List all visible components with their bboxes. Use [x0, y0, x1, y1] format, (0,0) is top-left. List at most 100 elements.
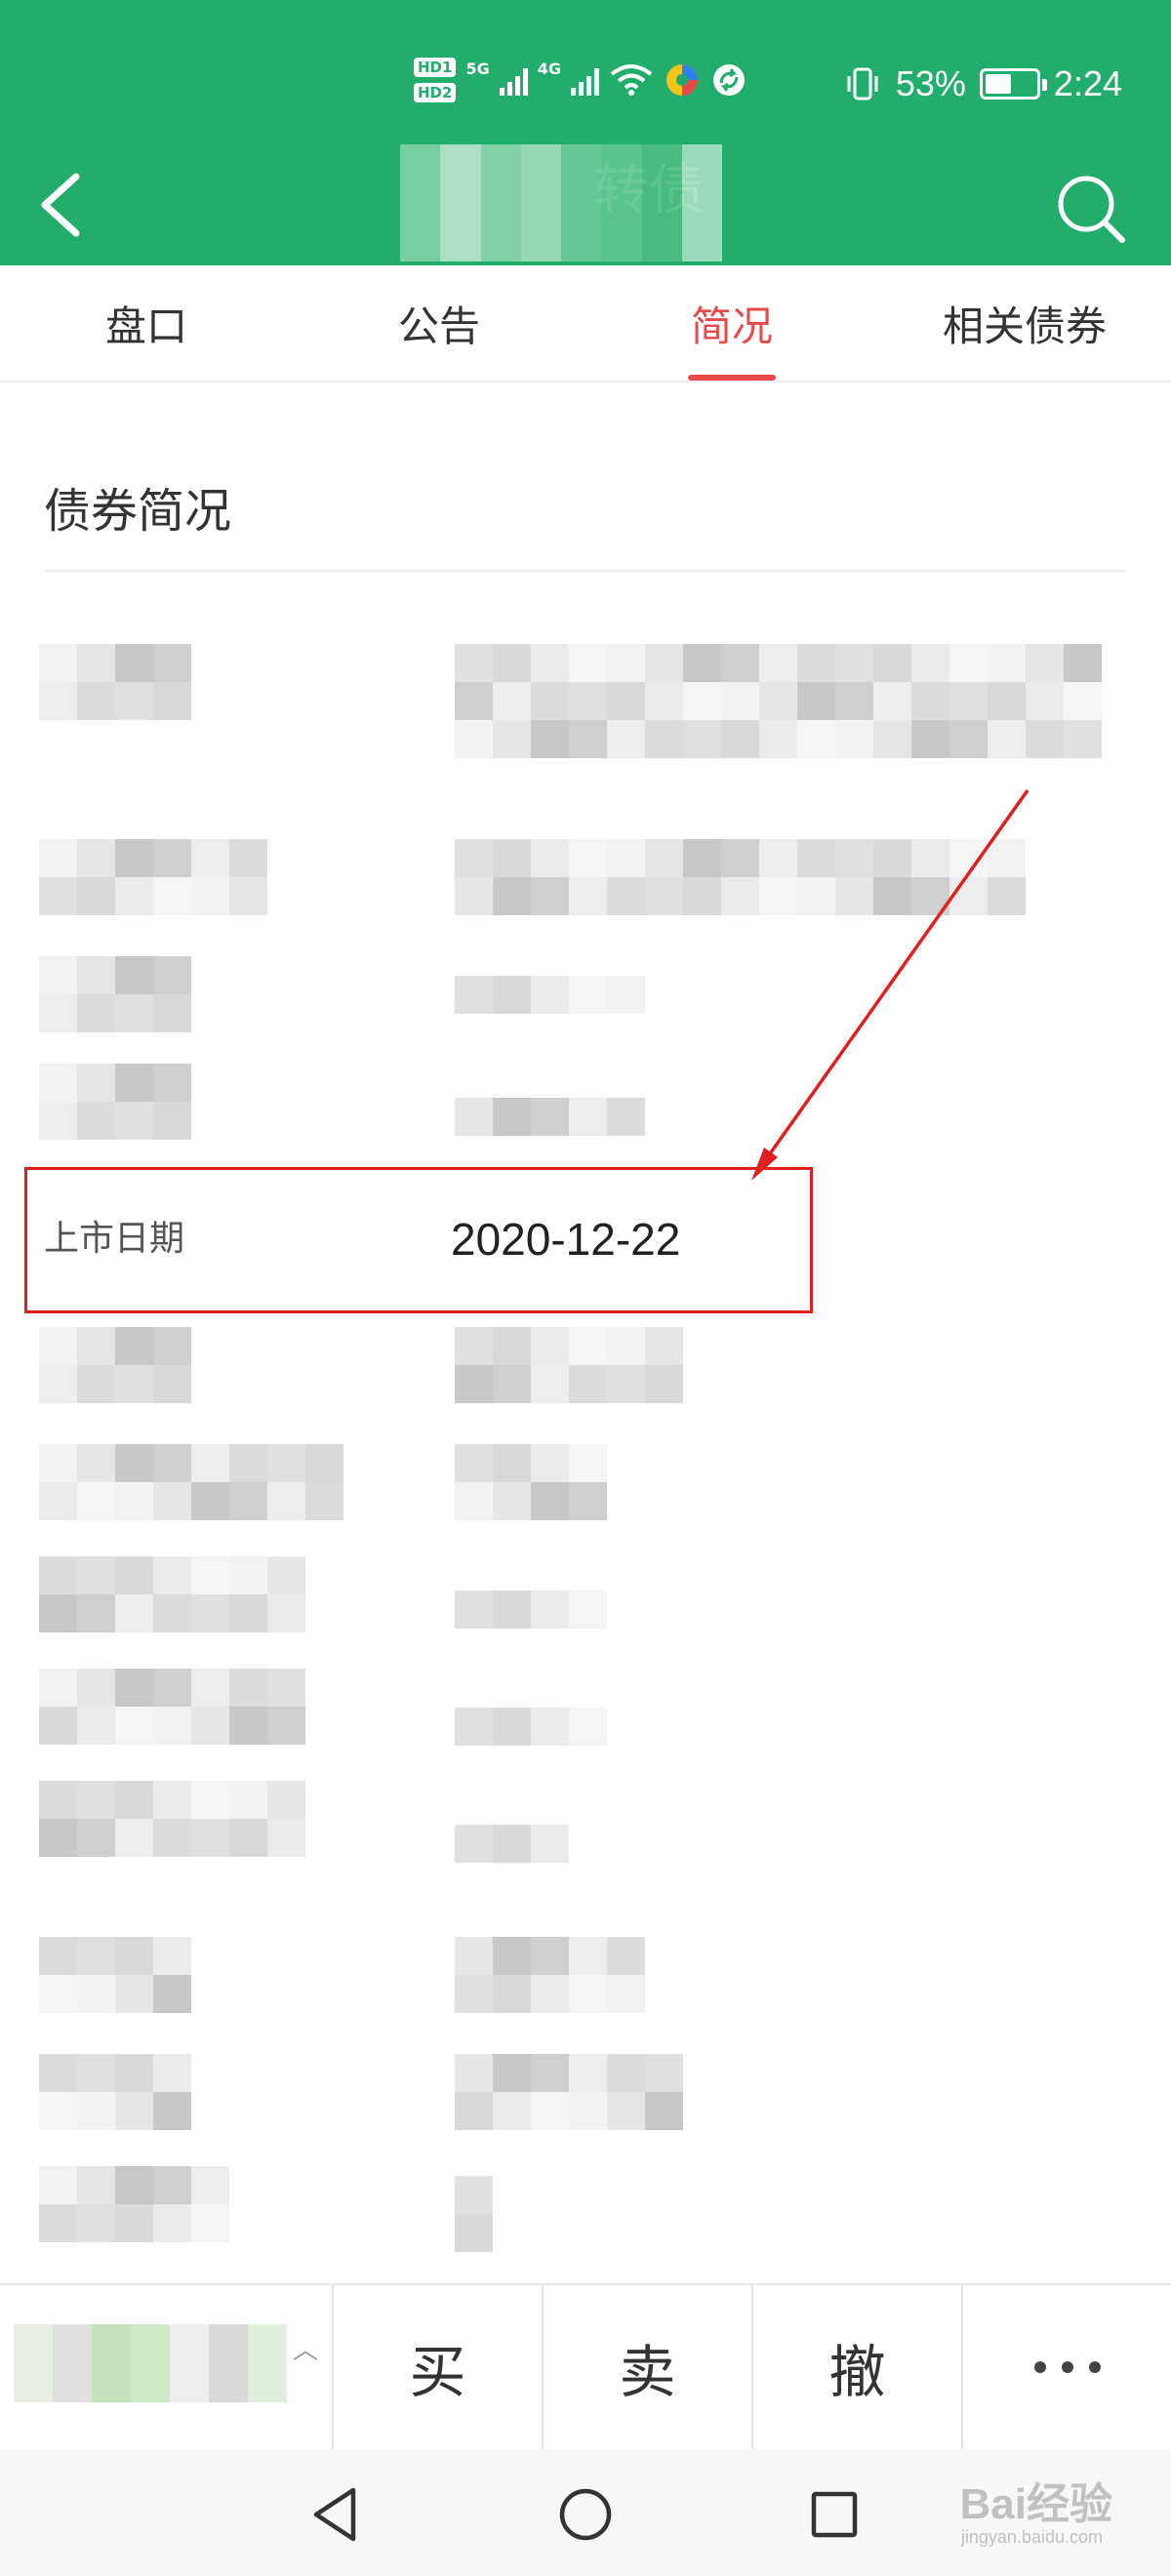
mosaic-cell — [115, 1482, 153, 1520]
mosaic-cell — [569, 1365, 607, 1403]
mosaic-cell — [115, 1365, 153, 1403]
status-bar: HD1 HD2 5G 4G 53% 2:24 — [0, 54, 1171, 122]
more-button[interactable] — [963, 2285, 1171, 2449]
nav-recents-icon[interactable] — [800, 2480, 868, 2549]
cancel-order-button[interactable]: 撤 — [753, 2285, 963, 2449]
mosaic-cell — [191, 1669, 229, 1707]
mosaic-cell — [645, 644, 683, 682]
buy-button[interactable]: 买 — [334, 2285, 544, 2449]
mosaic-cell — [531, 1975, 569, 2013]
mosaic-cell — [455, 720, 493, 758]
mosaic-cell — [267, 1444, 305, 1482]
mosaic-cell — [645, 1365, 683, 1403]
mosaic-cell — [569, 877, 607, 915]
mosaic-cell — [248, 2363, 287, 2402]
mosaic-cell — [39, 839, 77, 877]
mosaic-cell — [531, 2092, 569, 2130]
mosaic-cell — [988, 682, 1026, 720]
mosaic-cell — [1026, 644, 1064, 682]
mosaic-cell — [115, 1556, 153, 1594]
mosaic-cell — [520, 144, 561, 183]
mosaic-cell — [267, 1482, 305, 1520]
mosaic-cell — [493, 1708, 531, 1746]
mosaic-cell — [607, 1327, 645, 1365]
mosaic-cell — [873, 682, 911, 720]
mosaic-cell — [39, 2092, 77, 2130]
mosaic-cell — [645, 839, 683, 877]
mosaic-cell — [77, 2166, 115, 2204]
mosaic-cell — [531, 839, 569, 877]
nav-home-icon[interactable] — [551, 2480, 620, 2549]
mosaic-cell — [77, 1556, 115, 1594]
mosaic-cell — [115, 1669, 153, 1707]
mosaic-cell — [14, 2363, 53, 2402]
mosaic-cell — [77, 682, 115, 720]
mosaic-cell — [115, 877, 153, 915]
mosaic-cell — [721, 877, 759, 915]
tab-related-bonds[interactable]: 相关债券 — [878, 265, 1171, 381]
redacted-mosaic — [39, 2166, 229, 2242]
mosaic-cell — [77, 2204, 115, 2242]
mosaic-cell — [493, 1825, 531, 1863]
mosaic-cell — [115, 644, 153, 682]
mosaic-cell — [115, 2092, 153, 2130]
mosaic-cell — [493, 720, 531, 758]
mosaic-cell — [77, 2054, 115, 2092]
mosaic-cell — [531, 1708, 569, 1746]
mosaic-cell — [569, 1482, 607, 1520]
mosaic-cell — [39, 1365, 77, 1403]
mosaic-cell — [835, 877, 873, 915]
mosaic-cell — [531, 877, 569, 915]
chevron-up-icon[interactable]: ︿ — [293, 2330, 318, 2366]
mosaic-cell — [115, 839, 153, 877]
mosaic-cell — [115, 1064, 153, 1102]
mosaic-cell — [170, 2363, 209, 2402]
mosaic-cell — [835, 720, 873, 758]
mosaic-cell — [131, 2363, 170, 2402]
mosaic-cell — [531, 720, 569, 758]
sell-button[interactable]: 卖 — [544, 2285, 753, 2449]
mosaic-cell — [115, 1327, 153, 1365]
mosaic-cell — [569, 1708, 607, 1746]
status-right: 53% 2:24 — [843, 63, 1122, 104]
mosaic-cell — [641, 183, 682, 222]
mosaic-cell — [683, 682, 721, 720]
mosaic-cell — [77, 956, 115, 994]
mosaic-cell — [681, 222, 722, 262]
listing-date-label: 上市日期 — [44, 1219, 185, 1259]
mosaic-cell — [115, 1819, 153, 1857]
mosaic-cell — [455, 644, 493, 682]
tab-overview[interactable]: 简况 — [586, 265, 878, 381]
mosaic-cell — [797, 682, 835, 720]
tab-announcements[interactable]: 公告 — [293, 265, 586, 381]
mosaic-cell — [92, 2363, 131, 2402]
mosaic-cell — [493, 1327, 531, 1365]
mosaic-cell — [440, 183, 481, 222]
mosaic-cell — [480, 222, 521, 262]
mosaic-cell — [115, 994, 153, 1032]
search-button[interactable] — [1054, 172, 1128, 246]
mosaic-cell — [493, 1482, 531, 1520]
mosaic-cell — [721, 720, 759, 758]
mosaic-cell — [39, 994, 77, 1032]
mosaic-cell — [39, 2054, 77, 2092]
mosaic-cell — [531, 976, 569, 1014]
mosaic-cell — [229, 1781, 267, 1819]
mosaic-cell — [569, 976, 607, 1014]
mosaic-cell — [493, 1444, 531, 1482]
redacted-mosaic — [39, 1937, 191, 2013]
tab-order-book[interactable]: 盘口 — [0, 265, 293, 381]
vibrate-icon — [847, 67, 878, 101]
mosaic-cell — [267, 1819, 305, 1857]
nav-back-icon[interactable] — [303, 2480, 371, 2549]
mosaic-cell — [569, 1444, 607, 1482]
redacted-mosaic — [455, 2176, 493, 2252]
mosaic-cell — [115, 1937, 153, 1975]
mosaic-cell — [569, 1937, 607, 1975]
mosaic-cell — [153, 1365, 191, 1403]
mosaic-cell — [455, 1825, 493, 1863]
mosaic-cell — [759, 839, 797, 877]
mosaic-cell — [153, 1102, 191, 1140]
quote-summary[interactable]: ︿ — [0, 2285, 334, 2449]
mosaic-cell — [645, 2092, 683, 2130]
